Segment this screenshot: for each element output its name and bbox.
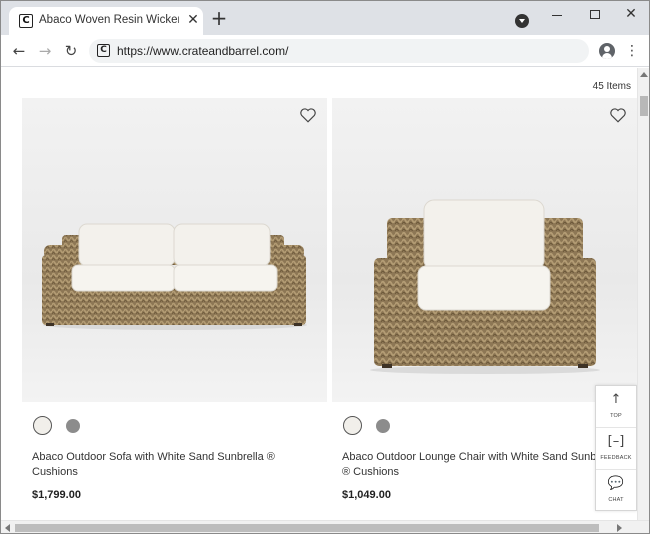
horizontal-scroll-thumb[interactable] <box>15 524 599 532</box>
profile-dropdown-icon[interactable] <box>515 14 529 28</box>
chat-button[interactable]: 💬 CHAT <box>596 470 636 512</box>
swatch-grey[interactable] <box>66 419 80 433</box>
browser-window: C Abaco Woven Resin Wicker Outdoor ✕ + ✕… <box>0 0 650 534</box>
account-icon[interactable] <box>599 43 615 59</box>
minimize-icon <box>552 15 562 16</box>
page-content: 45 Items Abaco Outdoor Sofa with White S… <box>1 68 637 520</box>
reload-button[interactable]: ↻ <box>61 41 81 61</box>
product-image[interactable] <box>22 98 327 402</box>
items-count: 45 Items <box>592 81 631 92</box>
address-url[interactable]: https://www.crateandbarrel.com/ <box>117 44 288 58</box>
swatch-white-sand[interactable] <box>343 416 362 435</box>
product-card[interactable]: Abaco Outdoor Lounge Chair with White Sa… <box>332 98 637 501</box>
browser-toolbar: ← → ↻ C https://www.crateandbarrel.com/ … <box>1 35 649 67</box>
favorite-heart-icon[interactable] <box>609 106 627 124</box>
lounge-chair-image <box>370 199 600 374</box>
maximize-icon <box>590 10 600 19</box>
close-tab-icon[interactable]: ✕ <box>185 12 201 28</box>
address-bar[interactable]: C https://www.crateandbarrel.com/ <box>89 39 589 63</box>
top-label: TOP <box>610 413 622 419</box>
product-name[interactable]: Abaco Outdoor Sofa with White Sand Sunbr… <box>32 450 312 480</box>
scroll-left-arrow-icon[interactable] <box>5 524 10 532</box>
new-tab-button[interactable]: + <box>209 8 229 29</box>
arrow-up-icon: ↑ <box>610 392 622 407</box>
product-image[interactable] <box>332 98 637 402</box>
product-name[interactable]: Abaco Outdoor Lounge Chair with White Sa… <box>342 450 622 480</box>
product-card[interactable]: Abaco Outdoor Sofa with White Sand Sunbr… <box>22 98 327 501</box>
chat-label: CHAT <box>608 497 624 503</box>
browser-tab[interactable]: C Abaco Woven Resin Wicker Outdoor ✕ <box>9 7 203 35</box>
menu-icon[interactable]: ⋮ <box>625 42 639 60</box>
product-price: $1,049.00 <box>342 489 391 501</box>
forward-button[interactable]: → <box>35 41 55 61</box>
feedback-button[interactable]: [–] FEEDBACK <box>596 428 636 470</box>
favorite-heart-icon[interactable] <box>299 106 317 124</box>
feedback-icon: [–] <box>607 434 625 449</box>
feedback-label: FEEDBACK <box>600 455 632 461</box>
scroll-right-arrow-icon[interactable] <box>617 524 622 532</box>
swatch-grey[interactable] <box>376 419 390 433</box>
site-icon: C <box>97 44 110 57</box>
favicon-icon: C <box>19 14 33 28</box>
back-button[interactable]: ← <box>9 41 29 61</box>
tab-title: Abaco Woven Resin Wicker Outdoor <box>39 14 179 26</box>
sofa-image <box>42 223 307 330</box>
maximize-button[interactable] <box>583 5 607 25</box>
minimize-button[interactable] <box>545 5 569 25</box>
tab-strip: C Abaco Woven Resin Wicker Outdoor ✕ + ✕ <box>1 1 649 35</box>
product-price: $1,799.00 <box>32 489 81 501</box>
horizontal-scrollbar[interactable] <box>1 520 649 533</box>
swatch-white-sand[interactable] <box>33 416 52 435</box>
back-to-top-button[interactable]: ↑ TOP <box>596 386 636 428</box>
vertical-scroll-thumb[interactable] <box>640 96 648 116</box>
chat-icon: 💬 <box>607 476 625 491</box>
scroll-up-arrow-icon[interactable] <box>640 72 648 77</box>
vertical-scrollbar[interactable] <box>637 68 649 520</box>
floating-help-widget: ↑ TOP [–] FEEDBACK 💬 CHAT <box>595 385 637 511</box>
close-window-button[interactable]: ✕ <box>619 5 643 25</box>
